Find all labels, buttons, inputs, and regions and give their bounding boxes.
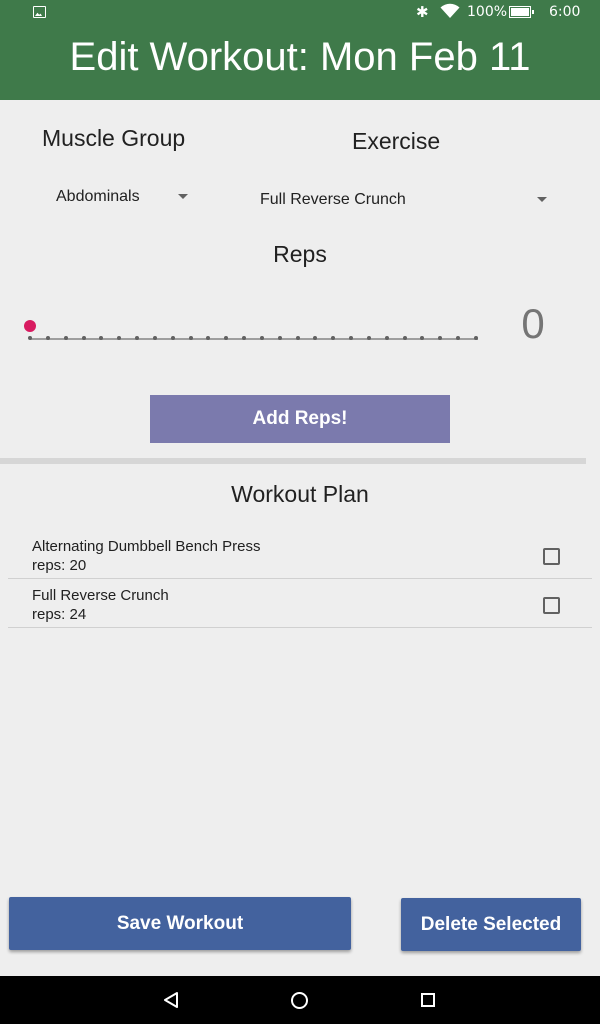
select-checkbox[interactable] [543,548,560,565]
add-reps-button[interactable]: Add Reps! [150,395,450,443]
exercise-name: Alternating Dumbbell Bench Press [32,538,261,555]
seekbar-thumb[interactable] [24,320,36,332]
seekbar-tick [402,336,407,340]
seekbar-tick [188,336,193,340]
workout-plan-title: Workout Plan [231,481,369,507]
exercise-value: Full Reverse Crunch [260,191,406,208]
reps-value: 0 [521,300,545,347]
section-divider [0,458,586,464]
seekbar-tick [63,336,68,340]
seekbar-tick [259,336,264,340]
clock: 6:00 [549,4,581,20]
muscle-group-label: Muscle Group [42,125,186,151]
battery-icon [509,6,534,18]
seekbar-tick [277,336,282,340]
exercise-label: Exercise [352,128,441,154]
seekbar-tick [28,336,32,340]
delete-selected-button[interactable]: Delete Selected [401,898,581,951]
exercise-name: Full Reverse Crunch [32,587,169,604]
exercise-reps: reps: 20 [32,557,87,574]
seekbar-tick [81,336,86,340]
image-notification-icon [33,6,46,18]
muscle-group-value: Abdominals [56,188,140,205]
seekbar-tick [474,336,478,340]
status-bar: ✱ 100% 6:00 [0,0,600,25]
seekbar-tick [152,336,157,340]
select-checkbox[interactable] [543,597,560,614]
save-workout-button[interactable]: Save Workout [9,897,351,950]
muscle-group-dropdown-icon [178,194,188,199]
reps-seekbar[interactable] [30,338,478,340]
wifi-icon [440,3,460,18]
seekbar-tick [295,336,300,340]
list-item[interactable]: Alternating Dumbbell Bench Press reps: 2… [8,530,592,579]
seekbar-tick [366,336,371,340]
list-item[interactable]: Full Reverse Crunch reps: 24 [8,579,592,628]
battery-percent: 100% [467,4,508,20]
home-icon[interactable] [291,992,308,1009]
seekbar-tick [135,336,140,340]
exercise-dropdown-icon [537,197,547,202]
seekbar-tick [170,336,175,340]
bluetooth-icon: ✱ [416,3,429,21]
seekbar-tick [45,336,50,340]
app-bar: Edit Workout: Mon Feb 11 [0,25,600,100]
page-title: Edit Workout: Mon Feb 11 [69,35,531,79]
muscle-group-spinner[interactable]: Abdominals [56,188,196,210]
reps-label: Reps [273,241,327,267]
exercise-spinner[interactable]: Full Reverse Crunch [260,191,552,213]
back-icon[interactable] [163,992,179,1008]
recents-icon[interactable] [421,993,435,1007]
seekbar-tick [384,336,389,340]
exercise-reps: reps: 24 [32,606,87,623]
navigation-bar [0,976,600,1024]
